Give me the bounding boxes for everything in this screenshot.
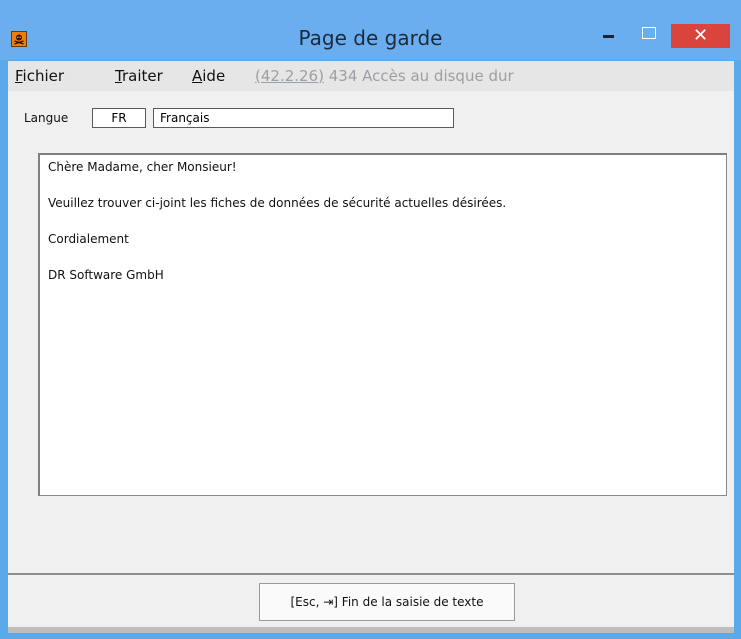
menu-aide-label: ide xyxy=(202,67,226,85)
menu-traiter-label: raiter xyxy=(121,67,163,85)
menu-bar: Fichier Traiter Aide (42.2.26) 434 Accès… xyxy=(8,61,734,91)
menu-status-version: (42.2.26) xyxy=(255,67,324,85)
divider xyxy=(8,573,734,575)
language-name-field[interactable]: Français xyxy=(153,108,454,128)
application-window: Page de garde ✕ Fichier Traiter Aide (42… xyxy=(0,0,741,639)
language-label: Langue xyxy=(24,111,69,125)
menu-fichier-label: ichier xyxy=(22,67,65,85)
title-bar[interactable]: Page de garde ✕ xyxy=(0,0,741,60)
maximize-button[interactable] xyxy=(640,24,664,44)
menu-aide-mnemonic: A xyxy=(192,67,203,85)
minimize-button[interactable] xyxy=(598,24,622,44)
window-title: Page de garde xyxy=(298,26,443,50)
letter-body: Veuillez trouver ci-joint les fiches de … xyxy=(48,196,507,210)
menu-fichier[interactable]: Fichier xyxy=(15,67,64,85)
menu-fichier-mnemonic: F xyxy=(15,67,23,85)
letter-signature: DR Software GmbH xyxy=(48,268,164,282)
status-strip xyxy=(8,627,734,633)
letter-closing: Cordialement xyxy=(48,232,129,246)
menu-aide[interactable]: Aide xyxy=(192,67,225,85)
cover-letter-text-area[interactable]: Chère Madame, cher Monsieur! Veuillez tr… xyxy=(38,153,727,496)
language-code-field[interactable]: FR xyxy=(92,108,146,128)
close-button[interactable]: ✕ xyxy=(671,24,730,48)
menu-status-message: 434 Accès au disque dur xyxy=(328,67,514,85)
menu-traiter[interactable]: Traiter xyxy=(115,67,163,85)
end-text-entry-button[interactable]: [Esc, ⇥] Fin de la saisie de texte xyxy=(259,583,515,621)
client-area: Fichier Traiter Aide (42.2.26) 434 Accès… xyxy=(8,61,734,633)
letter-greeting: Chère Madame, cher Monsieur! xyxy=(48,160,237,174)
menu-status-text: (42.2.26) 434 Accès au disque dur xyxy=(255,67,514,85)
menu-traiter-mnemonic: T xyxy=(115,67,122,85)
